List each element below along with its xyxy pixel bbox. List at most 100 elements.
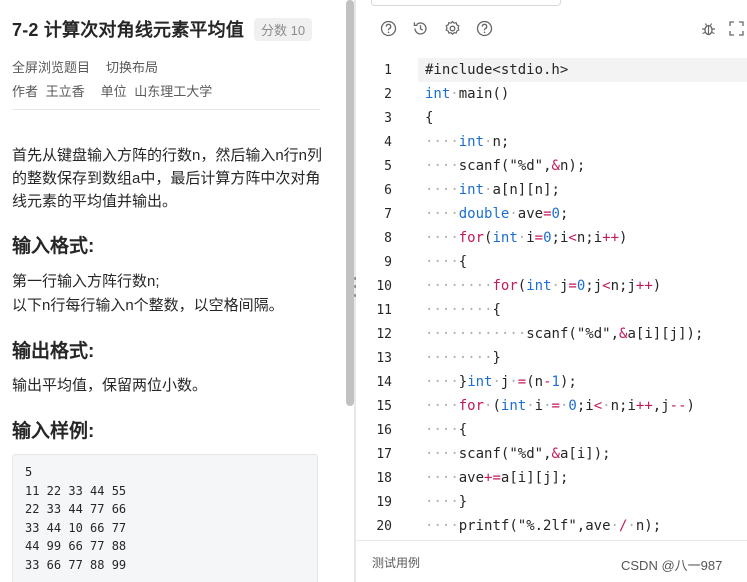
history-icon[interactable] bbox=[410, 18, 430, 38]
code-line[interactable]: 6 ····int·a[n][n]; bbox=[356, 178, 747, 202]
sample-line: 22 33 44 77 66 bbox=[25, 502, 127, 516]
line-number: 10 bbox=[376, 278, 392, 294]
author-label: 作者 bbox=[12, 84, 39, 99]
code-line[interactable]: 5 ····scanf("%d",&n); bbox=[356, 154, 747, 178]
line-number: 13 bbox=[376, 350, 392, 366]
code-line[interactable]: 15 ····for·(int·i·=·0;i<·n;i++,j--) bbox=[356, 394, 747, 418]
line-number: 17 bbox=[376, 446, 392, 462]
editor-toolbar bbox=[378, 18, 494, 38]
code-line[interactable]: 10 ········for(int·j=0;j<n;j++) bbox=[356, 274, 747, 298]
unit-name: 山东理工大学 bbox=[134, 84, 213, 99]
line-number: 16 bbox=[376, 422, 392, 438]
code-line[interactable]: 7 ····double·ave=0; bbox=[356, 202, 747, 226]
code-line[interactable]: 14 ····}int·j·=(n-1); bbox=[356, 370, 747, 394]
line-number: 19 bbox=[376, 494, 392, 510]
question-icon[interactable] bbox=[474, 18, 494, 38]
code-line[interactable]: 20 ····printf("%.2lf",ave·/·n); bbox=[356, 514, 747, 538]
editor-panel: 1 #include<stdio.h> 2 int·main() 3{4 ····int·… bbox=[356, 0, 747, 582]
author-name: 王立香 bbox=[45, 84, 85, 99]
sample-line: 33 66 77 88 99 bbox=[25, 557, 127, 572]
code-text[interactable]: ····printf("%.2lf",ave·/·n); bbox=[425, 518, 661, 534]
divider bbox=[12, 109, 320, 110]
sample-line: 33 44 10 66 77 bbox=[25, 520, 127, 535]
line-number: 18 bbox=[376, 470, 392, 486]
unit-info: 单位 山东理工大学 bbox=[101, 81, 213, 100]
score-badge: 分数 10 bbox=[254, 17, 313, 41]
code-text[interactable]: ····{ bbox=[425, 422, 467, 438]
fullscreen-icon[interactable] bbox=[726, 18, 746, 38]
line-number: 9 bbox=[384, 254, 392, 270]
line-number: 12 bbox=[376, 326, 392, 342]
code-line[interactable]: 9 ····{ bbox=[356, 250, 747, 274]
code-text[interactable]: ····for·(int·i·=·0;i<·n;i++,j--) bbox=[425, 398, 695, 414]
line-number: 11 bbox=[376, 302, 392, 318]
sample-input-heading: 输入样例: bbox=[12, 421, 95, 442]
code-line[interactable]: 11 ········{ bbox=[356, 298, 747, 322]
line-number: 20 bbox=[376, 518, 392, 534]
fullscreen-link[interactable]: 全屏浏览题目 bbox=[12, 57, 90, 76]
settings-icon[interactable] bbox=[442, 18, 462, 38]
code-text[interactable]: ········for(int·j=0;j<n;j++) bbox=[425, 278, 661, 294]
code-text[interactable]: ····for(int·i=0;i<n;i++) bbox=[425, 230, 627, 246]
code-text[interactable]: ····}int·j·=(n-1); bbox=[425, 374, 577, 390]
code-line[interactable]: 1 #include<stdio.h> bbox=[356, 58, 747, 82]
code-line[interactable]: 3{ bbox=[356, 106, 747, 130]
code-line[interactable]: 16 ····{ bbox=[356, 418, 747, 442]
input-format-line-1: 第一行输入方阵行数n; bbox=[12, 273, 160, 290]
problem-title: 7-2 计算次对角线元素平均值 bbox=[12, 20, 245, 40]
line-number: 8 bbox=[384, 230, 392, 246]
line-number: 4 bbox=[384, 134, 392, 150]
switch-layout-link[interactable]: 切换布局 bbox=[106, 57, 158, 76]
left-scrollbar[interactable] bbox=[346, 0, 354, 406]
code-editor[interactable]: 1 #include<stdio.h> 2 int·main() 3{4 ····int·… bbox=[356, 58, 747, 538]
test-case-bar: 测试用例 CSDN @八一987 bbox=[356, 540, 747, 582]
help-icon[interactable] bbox=[378, 18, 398, 38]
code-text[interactable]: { bbox=[425, 110, 433, 126]
code-text[interactable]: ····{ bbox=[425, 254, 467, 270]
line-number: 2 bbox=[384, 86, 392, 102]
editor-toolbar-right bbox=[698, 18, 746, 38]
code-text[interactable]: ····int·a[n][n]; bbox=[425, 182, 560, 198]
code-line[interactable]: 19 ····} bbox=[356, 490, 747, 514]
code-line[interactable]: 18 ····ave+=a[i][j]; bbox=[356, 466, 747, 490]
code-text[interactable]: int·main() bbox=[425, 86, 509, 102]
code-text[interactable]: ····scanf("%d",&a[i]); bbox=[425, 446, 611, 462]
line-number: 15 bbox=[376, 398, 392, 414]
line-number: 6 bbox=[384, 182, 392, 198]
problem-description: 首先从键盘输入方阵的行数n，然后输入n行n列的整数保存到数组a中，最后计算方阵中… bbox=[12, 147, 323, 210]
code-line[interactable]: 12 ············scanf("%d",&a[i][j]); bbox=[356, 322, 747, 346]
code-text[interactable]: ············scanf("%d",&a[i][j]); bbox=[425, 326, 703, 342]
language-select-edge[interactable] bbox=[371, 0, 561, 6]
code-text[interactable]: ········{ bbox=[425, 302, 501, 318]
code-text[interactable]: #include<stdio.h> bbox=[425, 62, 568, 78]
watermark: CSDN @八一987 bbox=[621, 558, 723, 573]
code-line[interactable]: 17 ····scanf("%d",&a[i]); bbox=[356, 442, 747, 466]
code-text[interactable]: ····scanf("%d",&n); bbox=[425, 158, 585, 174]
problem-header: 7-2 计算次对角线元素平均值 分数 10 bbox=[12, 16, 313, 42]
line-number: 14 bbox=[376, 374, 392, 390]
line-number: 3 bbox=[384, 110, 392, 126]
code-text[interactable]: ········} bbox=[425, 350, 501, 366]
problem-meta: 作者 王立香 单位 山东理工大学 bbox=[12, 81, 212, 100]
line-number: 7 bbox=[384, 206, 392, 222]
code-text[interactable]: ····int·n; bbox=[425, 134, 509, 150]
unit-label: 单位 bbox=[100, 84, 127, 99]
code-text[interactable]: ····} bbox=[425, 494, 467, 510]
debug-icon[interactable] bbox=[698, 18, 718, 38]
line-number: 1 bbox=[384, 62, 392, 78]
test-case-label[interactable]: 测试用例 bbox=[372, 554, 420, 571]
code-line[interactable]: 13 ········} bbox=[356, 346, 747, 370]
sample-input-box: 5 11 22 33 44 55 22 33 44 77 66 33 44 10… bbox=[12, 454, 318, 582]
input-format-heading: 输入格式: bbox=[12, 236, 95, 257]
line-number: 5 bbox=[384, 158, 392, 174]
code-text[interactable]: ····ave+=a[i][j]; bbox=[425, 470, 568, 486]
output-format-heading: 输出格式: bbox=[12, 341, 95, 362]
output-format-text: 输出平均值，保留两位小数。 bbox=[12, 377, 208, 394]
code-line[interactable]: 8 ····for(int·i=0;i<n;i++) bbox=[356, 226, 747, 250]
input-format-line-2: 以下n行每行输入n个整数，以空格间隔。 bbox=[12, 297, 284, 314]
code-line[interactable]: 2 int·main() bbox=[356, 82, 747, 106]
sample-line: 11 22 33 44 55 bbox=[25, 483, 127, 498]
code-line[interactable]: 4 ····int·n; bbox=[356, 130, 747, 154]
problem-panel: 7-2 计算次对角线元素平均值 分数 10 全屏浏览题目 切换布局 作者 王立香… bbox=[0, 0, 346, 582]
code-text[interactable]: ····double·ave=0; bbox=[425, 206, 568, 222]
